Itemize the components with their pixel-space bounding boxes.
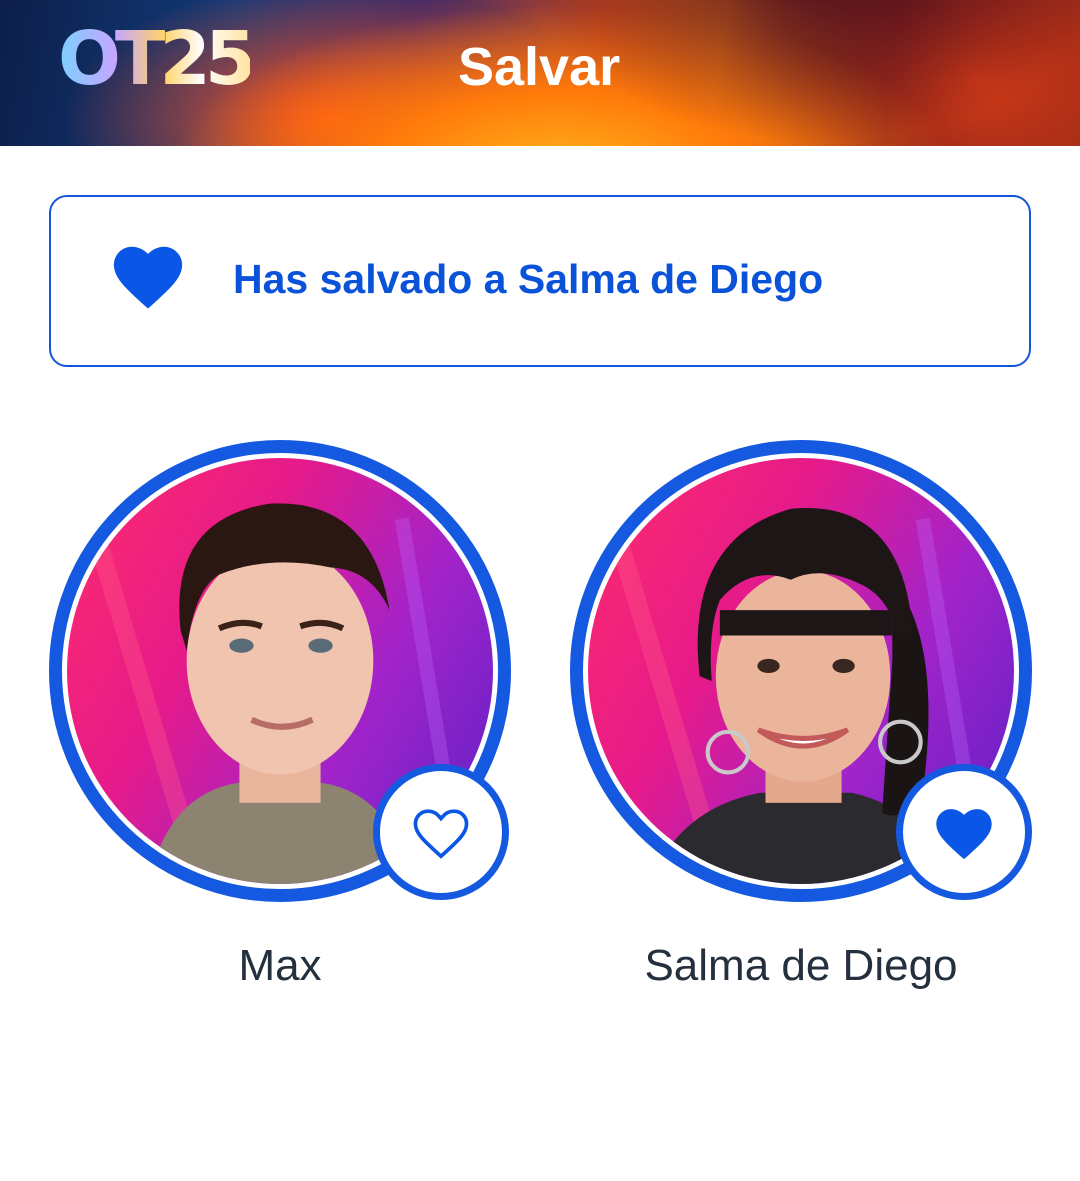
save-max-button[interactable] xyxy=(373,764,509,900)
logo-text: OT25 xyxy=(58,16,256,102)
saved-confirmation-banner: Has salvado a Salma de Diego xyxy=(49,195,1031,367)
save-salma-de-diego-button[interactable] xyxy=(896,764,1032,900)
heart-filled-icon xyxy=(113,246,183,309)
app-header: OT25 Salvar xyxy=(0,0,1080,146)
heart-filled-icon xyxy=(936,809,992,860)
heart-outline-icon xyxy=(413,809,469,859)
ot25-logo: OT25 xyxy=(58,16,256,102)
saved-message: Has salvado a Salma de Diego xyxy=(233,256,824,302)
candidate-name: Max xyxy=(238,941,322,990)
page-title: Salvar xyxy=(458,37,621,97)
candidate-name: Salma de Diego xyxy=(644,941,958,990)
